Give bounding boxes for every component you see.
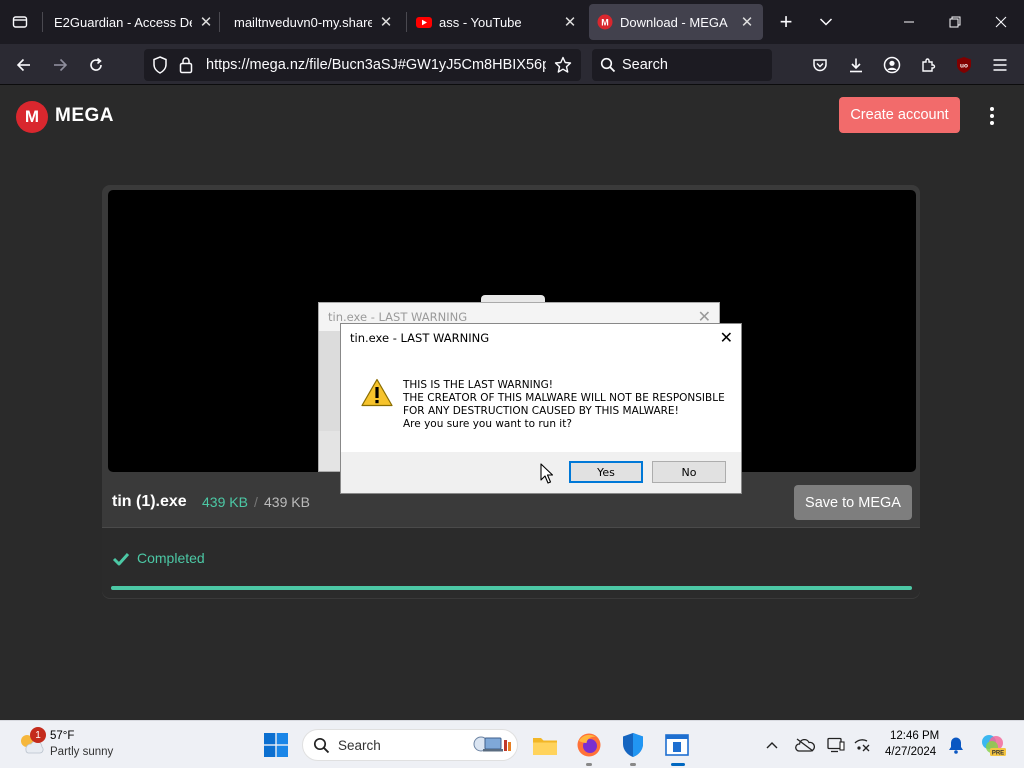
- tab-title: mailtnveduvn0-my.sharepoint.com: [234, 14, 372, 30]
- clock-date[interactable]: 4/27/2024: [885, 746, 936, 758]
- running-indicator: [671, 763, 685, 766]
- defender-icon[interactable]: [618, 730, 648, 766]
- browser-toolbar: https://mega.nz/file/Bucn3aSJ#GW1yJ5Cm8H…: [0, 44, 1024, 85]
- close-tab-icon[interactable]: ✕: [739, 13, 755, 31]
- minimize-icon[interactable]: [886, 0, 932, 44]
- search-placeholder: Search: [622, 57, 668, 73]
- windows-taskbar: 1 57°F Partly sunny Search 12:46 PM 4/27…: [0, 720, 1024, 768]
- downloads-icon[interactable]: [841, 50, 871, 80]
- onedrive-icon[interactable]: [794, 733, 816, 757]
- mega-logo-icon[interactable]: M: [16, 101, 48, 133]
- message-line: Are you sure you want to run it?: [403, 418, 572, 430]
- account-icon[interactable]: [877, 50, 907, 80]
- notification-bell-icon[interactable]: [945, 733, 967, 757]
- restore-icon[interactable]: [932, 0, 978, 44]
- progress-bar: [111, 586, 912, 590]
- close-tab-icon[interactable]: ✕: [562, 13, 578, 31]
- extensions-icon[interactable]: [913, 50, 943, 80]
- dialog-title: tin.exe - LAST WARNING: [328, 310, 468, 324]
- search-input[interactable]: Search: [592, 49, 772, 81]
- pocket-icon[interactable]: [805, 50, 835, 80]
- reload-icon[interactable]: [81, 50, 111, 80]
- save-to-mega-button[interactable]: Save to MEGA: [794, 485, 912, 520]
- menu-icon[interactable]: [985, 50, 1015, 80]
- tab-separator: [219, 12, 220, 32]
- mega-header: M MEGA Create account: [0, 85, 1024, 145]
- network-icon[interactable]: [851, 733, 873, 757]
- mouse-cursor-icon: [540, 463, 554, 489]
- tab-overview-icon[interactable]: [5, 7, 35, 37]
- tab-title: E2Guardian - Access Denied: [54, 14, 192, 30]
- mega-logo-letter: M: [24, 107, 40, 126]
- progress-fill: [111, 586, 912, 590]
- star-icon[interactable]: [554, 56, 572, 79]
- tab-title: ass - YouTube: [439, 14, 522, 30]
- tab-separator: [406, 12, 407, 32]
- search-placeholder: Search: [338, 738, 381, 753]
- dialog-title: tin.exe - LAST WARNING: [350, 331, 490, 345]
- total-size: 439 KB: [264, 494, 310, 510]
- address-bar[interactable]: https://mega.nz/file/Bucn3aSJ#GW1yJ5Cm8H…: [144, 49, 581, 81]
- mega-logo-text[interactable]: MEGA: [55, 105, 114, 127]
- clock-time[interactable]: 12:46 PM: [890, 730, 939, 742]
- url-text[interactable]: https://mega.nz/file/Bucn3aSJ#GW1yJ5Cm8H…: [206, 57, 546, 73]
- firefox-icon[interactable]: [574, 730, 604, 766]
- running-indicator: [586, 763, 592, 766]
- tab-sharepoint[interactable]: mailtnveduvn0-my.sharepoint.com ✕: [234, 4, 394, 40]
- program-window-icon[interactable]: [662, 730, 692, 766]
- preview-badge: PRE: [992, 750, 1004, 756]
- search-highlight-icon: [471, 733, 513, 762]
- notification-badge: 1: [30, 727, 46, 743]
- close-icon[interactable]: ✕: [720, 328, 733, 347]
- tab-separator: [42, 12, 43, 32]
- svg-text:M: M: [601, 18, 609, 28]
- copilot-icon[interactable]: PRE: [980, 733, 1006, 757]
- tab-mega[interactable]: M Download - MEGA ✕: [589, 4, 763, 40]
- search-icon: [313, 737, 330, 759]
- weather-condition[interactable]: Partly sunny: [50, 746, 113, 758]
- file-explorer-icon[interactable]: [530, 730, 560, 760]
- create-account-button[interactable]: Create account: [839, 97, 960, 133]
- file-name: tin (1).exe: [112, 493, 187, 510]
- dialog-titlebar: tin.exe - LAST WARNING ✕: [341, 324, 741, 352]
- checkmark-icon: [112, 552, 130, 571]
- size-separator: /: [254, 494, 258, 510]
- warning-icon: [361, 378, 393, 411]
- ublock-badge: uo: [960, 63, 968, 70]
- close-tab-icon[interactable]: ✕: [378, 13, 394, 31]
- message-line: THIS IS THE LAST WARNING!: [403, 379, 553, 391]
- message-line: THE CREATOR OF THIS MALWARE WILL NOT BE …: [403, 392, 725, 404]
- download-status: Completed: [102, 528, 920, 598]
- close-window-icon[interactable]: [978, 0, 1024, 44]
- forward-icon[interactable]: [45, 50, 75, 80]
- tab-title: Download - MEGA: [620, 14, 728, 30]
- browser-tab-strip: E2Guardian - Access Denied ✕ mailtnveduv…: [0, 0, 1024, 44]
- windows-start-icon[interactable]: [264, 733, 288, 762]
- downloaded-size: 439 KB: [202, 494, 248, 510]
- close-tab-icon[interactable]: ✕: [198, 13, 214, 31]
- display-icon[interactable]: [825, 733, 847, 757]
- new-tab-icon[interactable]: +: [771, 7, 801, 37]
- temperature[interactable]: 57°F: [50, 730, 74, 742]
- tab-youtube[interactable]: ass - YouTube ✕: [416, 4, 578, 40]
- chevron-up-icon[interactable]: [761, 733, 783, 757]
- mega-icon: M: [597, 14, 613, 30]
- yes-button[interactable]: Yes: [569, 461, 643, 483]
- taskbar-search-input[interactable]: Search: [302, 729, 518, 761]
- list-tabs-icon[interactable]: [811, 7, 841, 37]
- lock-icon[interactable]: [179, 56, 193, 79]
- search-icon: [600, 57, 616, 78]
- dialog-body: THIS IS THE LAST WARNING! THE CREATOR OF…: [341, 352, 741, 452]
- more-options-icon[interactable]: [980, 103, 1004, 129]
- shield-icon[interactable]: [152, 56, 168, 79]
- no-button[interactable]: No: [652, 461, 726, 483]
- ublock-origin-icon[interactable]: uo: [949, 50, 979, 80]
- message-line: FOR ANY DESTRUCTION CAUSED BY THIS MALWA…: [403, 405, 679, 417]
- back-icon[interactable]: [9, 50, 39, 80]
- running-indicator: [630, 763, 636, 766]
- status-text: Completed: [137, 550, 205, 566]
- youtube-icon: [416, 17, 432, 28]
- tab-e2guardian[interactable]: E2Guardian - Access Denied ✕: [54, 4, 214, 40]
